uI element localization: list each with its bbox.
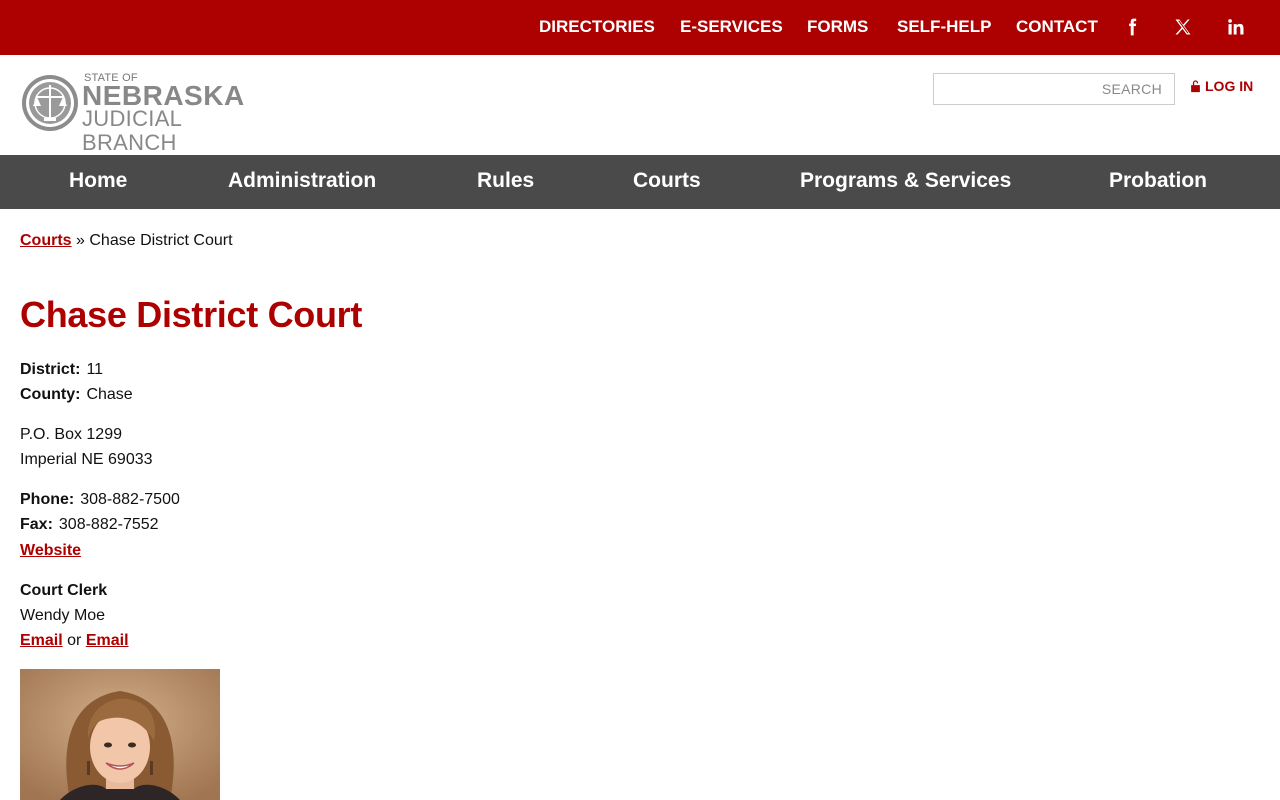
- clerk-email-row: Email or Email: [20, 632, 129, 650]
- address-line-2: Imperial NE 69033: [20, 451, 153, 468]
- county-value: Chase: [86, 386, 133, 403]
- topnav-directories[interactable]: DIRECTORIES: [539, 17, 655, 37]
- breadcrumb: Courts » Chase District Court: [20, 232, 233, 250]
- clerk-name: Wendy Moe: [20, 607, 106, 624]
- state-seal-icon: [22, 75, 78, 131]
- breadcrumb-separator: »: [76, 232, 85, 249]
- district-row: District: 11: [20, 361, 103, 379]
- clerk-heading: Court Clerk: [20, 582, 108, 599]
- breadcrumb-current: Chase District Court: [89, 232, 233, 249]
- search-input[interactable]: [934, 74, 1174, 104]
- page-title: Chase District Court: [20, 294, 363, 335]
- clerk-email-link-2[interactable]: Email: [86, 632, 129, 649]
- email-or-text: or: [67, 632, 82, 649]
- fax-row: Fax: 308-882-7552: [20, 516, 159, 534]
- search-box: [933, 73, 1175, 105]
- fax-value: 308-882-7552: [58, 516, 159, 533]
- phone-label: Phone:: [20, 491, 75, 508]
- address-line-1: P.O. Box 1299: [20, 426, 122, 443]
- login-link[interactable]: LOG IN: [1189, 78, 1253, 94]
- nav-probation[interactable]: Probation: [1109, 169, 1207, 193]
- clerk-email-link-1[interactable]: Email: [20, 632, 63, 649]
- topnav-self-help[interactable]: SELF-HELP: [897, 17, 991, 37]
- website-link[interactable]: Website: [20, 542, 81, 559]
- clerk-photo: [20, 669, 220, 800]
- clerk-heading-row: Court Clerk: [20, 582, 107, 600]
- top-utility-bar: DIRECTORIES E-SERVICES FORMS SELF-HELP C…: [0, 0, 1280, 55]
- topnav-contact[interactable]: CONTACT: [1016, 17, 1098, 37]
- x-twitter-icon[interactable]: [1171, 14, 1195, 40]
- login-label: LOG IN: [1205, 78, 1254, 94]
- unlock-icon: [1191, 80, 1200, 93]
- nav-home[interactable]: Home: [69, 169, 127, 193]
- linkedin-icon[interactable]: [1224, 14, 1248, 40]
- topnav-e-services[interactable]: E-SERVICES: [680, 17, 783, 37]
- nav-rules[interactable]: Rules: [477, 169, 534, 193]
- phone-row: Phone: 308-882-7500: [20, 491, 180, 509]
- breadcrumb-courts-link[interactable]: Courts: [20, 232, 72, 249]
- website-row: Website: [20, 542, 81, 560]
- district-label: District:: [20, 361, 81, 378]
- district-value: 11: [86, 361, 104, 378]
- nav-courts[interactable]: Courts: [633, 169, 701, 193]
- nav-administration[interactable]: Administration: [228, 169, 376, 193]
- site-logo[interactable]: STATE OF NEBRASKA JUDICIAL BRANCH: [20, 72, 280, 155]
- nav-programs-services[interactable]: Programs & Services: [800, 169, 1011, 193]
- county-label: County:: [20, 386, 81, 403]
- phone-value: 308-882-7500: [80, 491, 180, 508]
- facebook-icon[interactable]: [1120, 14, 1144, 40]
- fax-label: Fax:: [20, 516, 53, 533]
- main-navigation: Home Administration Rules Courts Program…: [0, 155, 1280, 209]
- topnav-forms[interactable]: FORMS: [807, 17, 868, 37]
- county-row: County: Chase: [20, 386, 133, 404]
- logo-judicial-branch: JUDICIAL BRANCH: [82, 106, 182, 155]
